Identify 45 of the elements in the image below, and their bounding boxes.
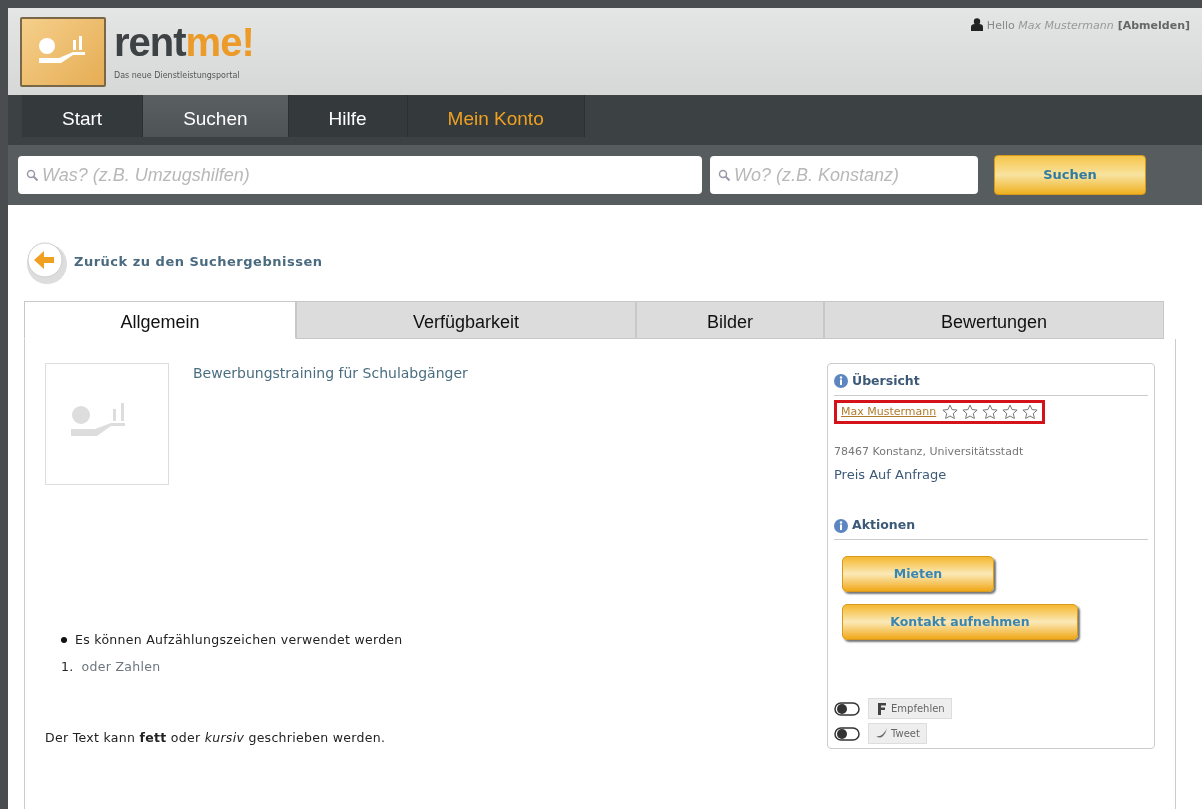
star-icon (962, 404, 979, 420)
content-tab[interactable]: Bilder (636, 301, 824, 339)
toggle-switch[interactable] (834, 701, 860, 716)
info-icon (834, 518, 848, 533)
info-icon (834, 374, 848, 389)
search-field[interactable]: Wo? (z.B. Konstanz) (710, 156, 978, 194)
provider-link[interactable]: Max Mustermann (841, 403, 937, 421)
nav-tab[interactable]: Start (22, 95, 144, 137)
offer-title: Bewerbungstraining für Schulabgänger (193, 364, 468, 383)
list-item-text: oder Zahlen (81, 657, 161, 676)
nav-tab[interactable]: Hilfe (288, 95, 408, 137)
content-tab[interactable]: Verfügbarkeit (296, 301, 636, 339)
bullet-icon (61, 637, 67, 643)
star-icon (982, 404, 999, 420)
letter-f-icon (875, 701, 887, 716)
star-icon (1002, 404, 1019, 420)
action-button[interactable]: Mieten (842, 556, 994, 592)
nav-tab[interactable]: Mein Konto (407, 95, 585, 137)
back-link[interactable]: Zurück zu den Suchergebnissen (74, 252, 323, 272)
user-icon (970, 18, 983, 31)
nav-tab[interactable]: Suchen (143, 95, 289, 137)
address-text: 78467 Konstanz, Universitätsstadt (834, 444, 1025, 461)
search-button[interactable]: Suchen (994, 155, 1146, 195)
search-icon (718, 169, 730, 181)
back-arrow-icon (24, 239, 70, 285)
list-number: 1. (61, 657, 74, 676)
logo-tagline: Das neue Dienstleistungsportal (114, 69, 241, 82)
star-icon (1022, 404, 1039, 420)
list-item-text: Es können Aufzählungszeichen verwendet werden (75, 631, 403, 649)
content-tab[interactable]: Bewertungen (824, 301, 1164, 339)
star-icon (942, 404, 959, 420)
share-button[interactable]: Empfehlen (868, 698, 952, 719)
toggle-switch[interactable] (834, 726, 860, 741)
logout-link[interactable]: [Abmelden] (1117, 18, 1190, 35)
section-heading: Übersicht (852, 372, 920, 390)
search-icon (26, 169, 38, 181)
description-text: Der Text kann fett oder kursiv geschrieben werden. (45, 728, 387, 747)
action-button[interactable]: Kontakt aufnehmen (842, 604, 1078, 640)
greeting-text: Hello Max Mustermann (986, 18, 1114, 34)
price-text: Preis Auf Anfrage (834, 465, 948, 484)
search-field[interactable]: Was? (z.B. Umzugshilfen) (18, 156, 702, 194)
share-button[interactable]: Tweet (868, 723, 927, 744)
section-heading: Aktionen (852, 516, 916, 535)
logo-text: rentme! (114, 21, 254, 62)
content-tab[interactable]: Allgemein (24, 301, 296, 339)
